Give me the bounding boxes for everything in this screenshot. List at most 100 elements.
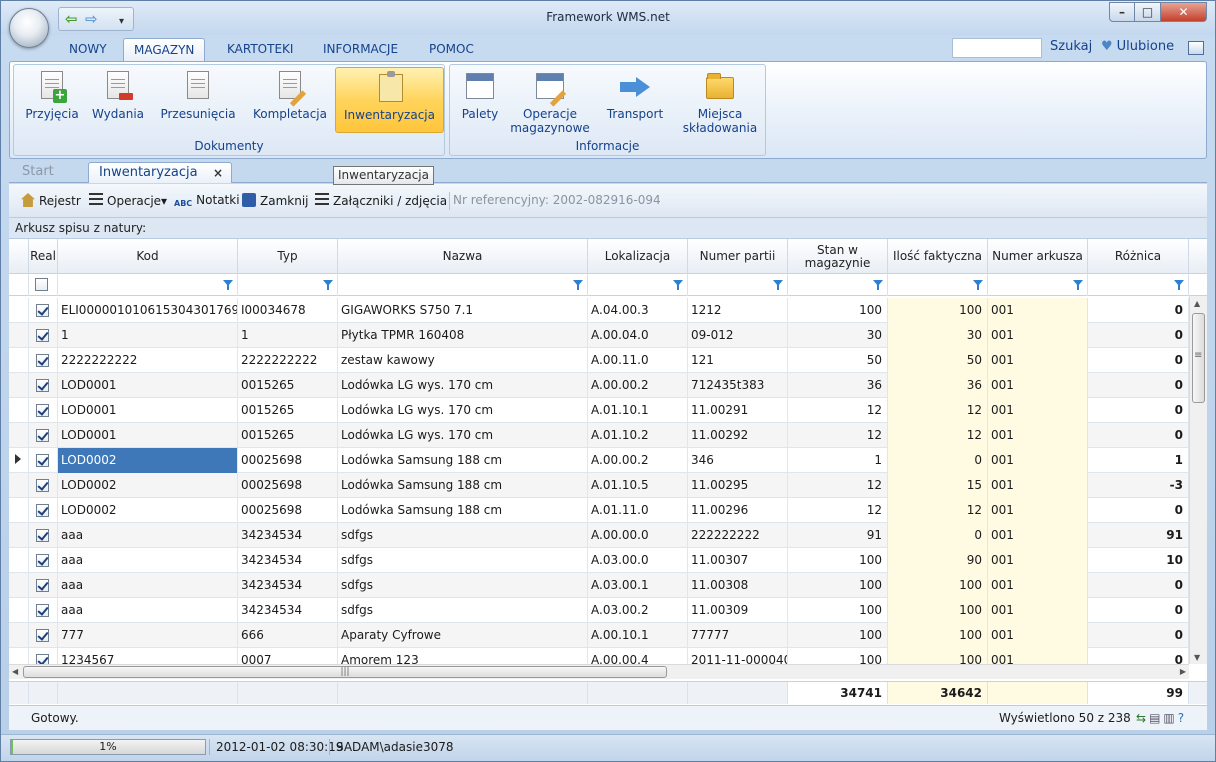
horizontal-scroll-thumb[interactable]: |||	[23, 666, 667, 678]
cell-arkusz[interactable]: 001	[988, 423, 1088, 448]
search-input[interactable]	[952, 38, 1042, 58]
palety-button[interactable]: Palety	[454, 67, 506, 133]
search-link[interactable]: Szukaj	[1050, 39, 1092, 54]
cell-roznica[interactable]: 0	[1088, 348, 1189, 373]
inwentaryzacja-button[interactable]: Inwentaryzacja	[335, 67, 444, 133]
row-indicator[interactable]	[9, 348, 29, 373]
cell-arkusz[interactable]: 001	[988, 598, 1088, 623]
tab-kartoteki[interactable]: KARTOTEKI	[217, 38, 303, 62]
real-checkbox[interactable]	[36, 454, 49, 467]
scroll-down-icon[interactable]: ▼	[1194, 653, 1200, 662]
cell-nazwa[interactable]: sdfgs	[338, 573, 588, 598]
cell-nazwa[interactable]: sdfgs	[338, 523, 588, 548]
cell-lok[interactable]: A.03.00.0	[588, 548, 688, 573]
cell-real[interactable]	[29, 598, 58, 623]
maximize-button[interactable]: □	[1135, 2, 1161, 22]
cell-roznica[interactable]: 1	[1088, 448, 1189, 473]
cell-typ[interactable]: 00025698	[238, 498, 338, 523]
cell-partia[interactable]: 11.00307	[688, 548, 788, 573]
real-checkbox[interactable]	[36, 604, 49, 617]
cell-roznica[interactable]: 0	[1088, 373, 1189, 398]
filter-checkbox[interactable]	[35, 278, 48, 291]
cell-real[interactable]	[29, 523, 58, 548]
cell-kod[interactable]: LOD0002	[58, 498, 238, 523]
cell-nazwa[interactable]: Płytka TPMR 160408	[338, 323, 588, 348]
row-indicator[interactable]	[9, 398, 29, 423]
table-row[interactable]: LOD0002 00025698 Lodówka Samsung 188 cm A.0…	[9, 498, 1189, 523]
cell-ilosc[interactable]: 100	[888, 298, 988, 323]
cell-lok[interactable]: A.04.00.3	[588, 298, 688, 323]
col-nazwa[interactable]: Nazwa	[338, 239, 588, 274]
cell-stan[interactable]: 12	[788, 398, 888, 423]
cell-partia[interactable]: 2011-11-000040	[688, 648, 788, 664]
cell-nazwa[interactable]: GIGAWORKS S750 7.1	[338, 298, 588, 323]
help-icon[interactable]: ?	[1178, 711, 1187, 725]
tab-start[interactable]: Start	[12, 162, 84, 183]
cell-arkusz[interactable]: 001	[988, 573, 1088, 598]
col-typ[interactable]: Typ	[238, 239, 338, 274]
close-tab-icon[interactable]: ×	[213, 163, 223, 183]
cell-lok[interactable]: A.01.10.5	[588, 473, 688, 498]
cell-roznica[interactable]: 0	[1088, 298, 1189, 323]
cell-typ[interactable]: 0015265	[238, 423, 338, 448]
cell-real[interactable]	[29, 373, 58, 398]
cell-typ[interactable]: 1	[238, 323, 338, 348]
cell-kod[interactable]: 1234567	[58, 648, 238, 664]
row-indicator[interactable]	[9, 448, 29, 473]
cell-nazwa[interactable]: Amorem 123	[338, 648, 588, 664]
cell-stan[interactable]: 91	[788, 523, 888, 548]
tab-pomoc[interactable]: POMOC	[419, 38, 484, 62]
cell-stan[interactable]: 100	[788, 548, 888, 573]
cell-roznica[interactable]: 0	[1088, 623, 1189, 648]
cell-stan[interactable]: 100	[788, 623, 888, 648]
cell-typ[interactable]: 34234534	[238, 523, 338, 548]
tab-nowy[interactable]: NOWY	[59, 38, 117, 62]
filter-funnel-icon[interactable]	[223, 280, 233, 290]
table-row[interactable]: LOD0001 0015265 Lodówka LG wys. 170 cm A.00…	[9, 373, 1189, 398]
zalaczniki-button[interactable]: Załączniki / zdjęcia	[315, 193, 447, 208]
cell-stan[interactable]: 100	[788, 598, 888, 623]
vertical-scrollbar[interactable]: ▲ ▼	[1189, 296, 1207, 664]
cell-roznica[interactable]: 91	[1088, 523, 1189, 548]
cell-lok[interactable]: A.00.10.1	[588, 623, 688, 648]
filter-numer-partii[interactable]	[688, 274, 788, 296]
operacje-magazynowe-button[interactable]: Operacje magazynowe	[508, 67, 592, 135]
cell-nazwa[interactable]: Lodówka Samsung 188 cm	[338, 498, 588, 523]
cell-real[interactable]	[29, 398, 58, 423]
cell-nazwa[interactable]: Lodówka LG wys. 170 cm	[338, 423, 588, 448]
cell-real[interactable]	[29, 498, 58, 523]
cell-roznica[interactable]: 0	[1088, 598, 1189, 623]
vertical-scroll-thumb[interactable]	[1192, 313, 1205, 403]
real-checkbox[interactable]	[36, 629, 49, 642]
cell-ilosc[interactable]: 0	[888, 448, 988, 473]
table-row[interactable]: aaa 34234534 sdfgs A.03.00.2 11.00309 100 100 0…	[9, 598, 1189, 623]
scroll-right-icon[interactable]: ▶	[1180, 667, 1186, 676]
cell-arkusz[interactable]: 001	[988, 448, 1088, 473]
application-menu-orb[interactable]	[9, 8, 49, 48]
cell-ilosc[interactable]: 30	[888, 323, 988, 348]
filter-funnel-icon[interactable]	[973, 280, 983, 290]
cell-lok[interactable]: A.00.00.0	[588, 523, 688, 548]
cell-lok[interactable]: A.00.00.4	[588, 648, 688, 664]
cell-kod[interactable]: LOD0002	[58, 473, 238, 498]
cell-real[interactable]	[29, 323, 58, 348]
filter-nazwa[interactable]	[338, 274, 588, 296]
cell-kod[interactable]: aaa	[58, 598, 238, 623]
cell-roznica[interactable]: 0	[1088, 423, 1189, 448]
cell-typ[interactable]: 2222222222	[238, 348, 338, 373]
cell-typ[interactable]: I00034678	[238, 298, 338, 323]
filter-real[interactable]	[29, 274, 58, 296]
table-row[interactable]: 1 1 Płytka TPMR 160408 A.00.04.0 09-012 30 30 0…	[9, 323, 1189, 348]
cell-real[interactable]	[29, 623, 58, 648]
cell-real[interactable]	[29, 548, 58, 573]
cell-kod[interactable]: 1	[58, 323, 238, 348]
cell-lok[interactable]: A.00.04.0	[588, 323, 688, 348]
export-icon[interactable]: ▤	[1149, 711, 1163, 725]
cell-typ[interactable]: 00025698	[238, 448, 338, 473]
cell-lok[interactable]: A.00.11.0	[588, 348, 688, 373]
cell-partia[interactable]: 11.00291	[688, 398, 788, 423]
table-row[interactable]: LOD0001 0015265 Lodówka LG wys. 170 cm A.01…	[9, 423, 1189, 448]
row-indicator[interactable]	[9, 423, 29, 448]
cell-partia[interactable]: 712435t383	[688, 373, 788, 398]
cell-stan[interactable]: 100	[788, 573, 888, 598]
